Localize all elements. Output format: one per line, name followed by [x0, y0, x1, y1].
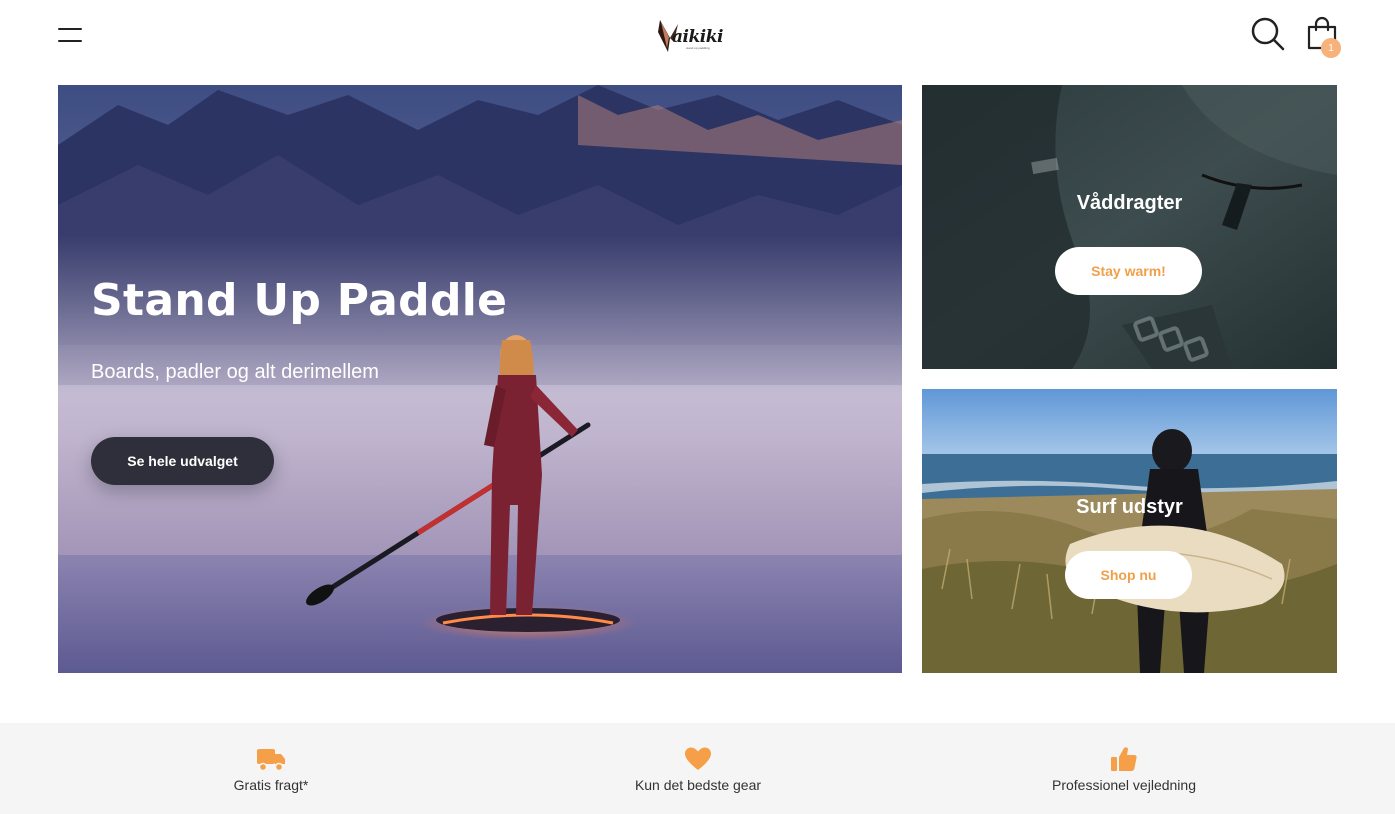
see-all-button[interactable]: Se hele udvalget: [91, 437, 274, 485]
truck-icon: [257, 749, 285, 772]
heart-icon: [685, 747, 711, 770]
search-icon[interactable]: [1250, 17, 1286, 51]
cart-count-badge: 1: [1321, 38, 1341, 58]
logo-text: aikiki: [672, 27, 723, 47]
usp-label: Professionel vejledning: [1052, 777, 1196, 793]
usp-best-gear: Kun det bedste gear: [548, 723, 848, 814]
site-header: aikiki stand up paddling 1: [0, 0, 1395, 85]
logo-tagline: stand up paddling: [686, 46, 710, 50]
shopping-bag-icon[interactable]: 1: [1306, 16, 1342, 58]
wetsuit-background-image: [922, 85, 1337, 369]
stay-warm-button[interactable]: Stay warm!: [1055, 247, 1202, 295]
usp-bar: Gratis fragt* Kun det bedste gear Profes…: [0, 723, 1395, 814]
hero-banner[interactable]: Stand Up Paddle Boards, padler og alt de…: [58, 85, 902, 673]
site-logo[interactable]: aikiki stand up paddling: [656, 18, 732, 54]
usp-label: Kun det bedste gear: [634, 777, 762, 793]
wetsuits-tile[interactable]: Våddragter Stay warm!: [922, 85, 1337, 369]
usp-free-shipping: Gratis fragt*: [121, 723, 421, 814]
thumbs-up-icon: [1111, 747, 1137, 771]
wetsuits-title: Våddragter: [1076, 192, 1183, 214]
usp-professional-advice: Professionel vejledning: [974, 723, 1274, 814]
shop-now-button[interactable]: Shop nu: [1065, 551, 1192, 599]
surf-gear-tile[interactable]: Surf udstyr Shop nu: [922, 389, 1337, 673]
hamburger-menu-icon[interactable]: [58, 28, 82, 42]
usp-label: Gratis fragt*: [233, 777, 309, 793]
surf-background-image: [922, 389, 1337, 673]
hero-subtitle: Boards, padler og alt derimellem: [91, 361, 379, 383]
surf-gear-title: Surf udstyr: [1076, 496, 1183, 518]
hero-title: Stand Up Paddle: [91, 275, 508, 326]
